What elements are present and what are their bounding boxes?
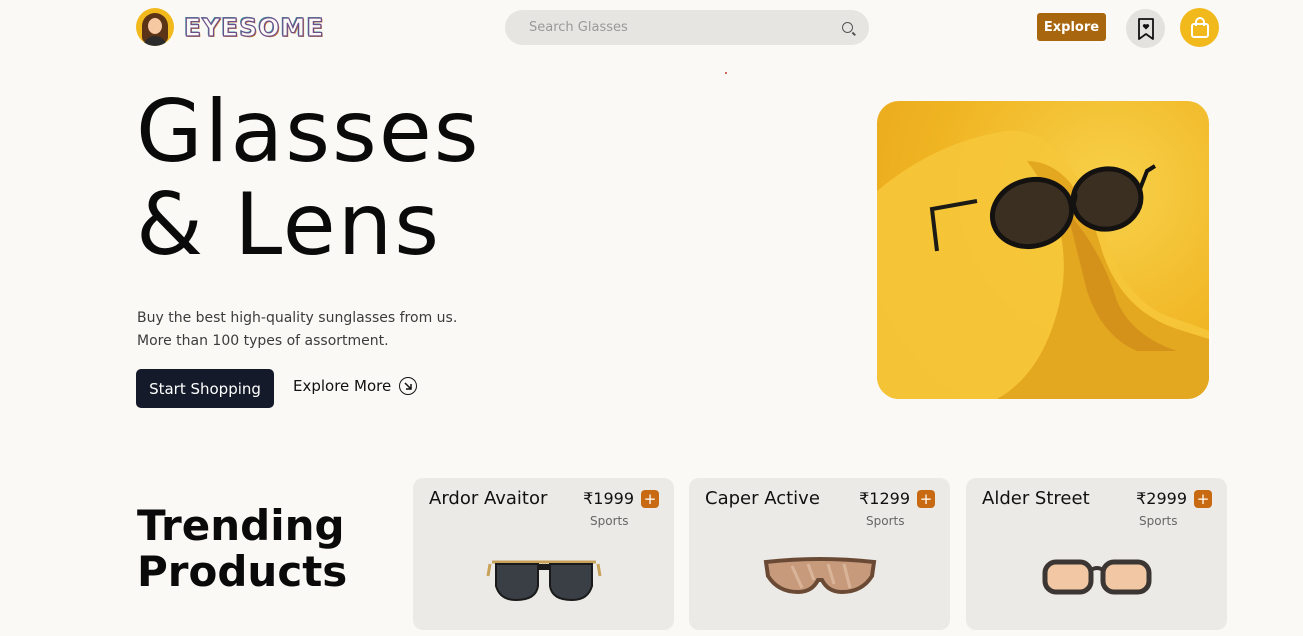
product-name: Alder Street bbox=[982, 488, 1090, 509]
hero-sunglasses-image bbox=[877, 101, 1209, 399]
product-price: ₹1299 bbox=[859, 489, 910, 508]
add-to-cart-button[interactable]: + bbox=[917, 490, 935, 508]
product-name: Caper Active bbox=[705, 488, 820, 509]
bookmark-heart-icon bbox=[1137, 17, 1154, 40]
trending-title: Trending Products bbox=[137, 503, 347, 595]
sport-shield-sunglasses-image bbox=[763, 557, 876, 595]
product-category: Sports bbox=[1139, 514, 1178, 528]
product-price: ₹2999 bbox=[1136, 489, 1187, 508]
search-icon[interactable] bbox=[842, 22, 853, 33]
aviator-sunglasses-image bbox=[486, 560, 601, 602]
product-card[interactable]: Caper Active ₹1299 + Sports bbox=[689, 478, 950, 630]
hero-subtitle-line2: More than 100 types of assortment. bbox=[137, 333, 389, 349]
cart-button[interactable] bbox=[1180, 8, 1219, 47]
hero-title-line1: Glasses bbox=[136, 82, 481, 182]
wishlist-button[interactable] bbox=[1126, 9, 1165, 48]
hero-subtitle-line1: Buy the best high-quality sunglasses fro… bbox=[137, 310, 458, 326]
logo-text: EYESOME bbox=[183, 12, 325, 42]
brand-logo[interactable]: EYESOME bbox=[136, 8, 324, 46]
explore-more-link[interactable]: Explore More bbox=[293, 377, 418, 395]
product-category: Sports bbox=[866, 514, 905, 528]
search-bar bbox=[505, 10, 869, 45]
start-shopping-button[interactable]: Start Shopping bbox=[136, 369, 274, 408]
plus-icon: + bbox=[919, 489, 933, 508]
add-to-cart-button[interactable]: + bbox=[641, 490, 659, 508]
plus-icon: + bbox=[1196, 489, 1210, 508]
hero-title: Glasses & Lens bbox=[136, 86, 481, 272]
logo-avatar-icon bbox=[136, 8, 174, 46]
shopping-bag-icon bbox=[1190, 16, 1209, 38]
trending-title-line2: Products bbox=[137, 547, 348, 596]
product-card[interactable]: Ardor Avaitor ₹1999 + Sports bbox=[413, 478, 674, 630]
plus-icon: + bbox=[643, 489, 657, 508]
explore-more-label: Explore More bbox=[293, 377, 392, 395]
trending-title-line1: Trending bbox=[137, 501, 345, 550]
product-name: Ardor Avaitor bbox=[429, 488, 548, 509]
search-input[interactable] bbox=[529, 20, 842, 35]
street-sunglasses-image bbox=[1042, 559, 1151, 595]
product-card[interactable]: Alder Street ₹2999 + Sports bbox=[966, 478, 1227, 630]
decorative-dot bbox=[725, 72, 727, 74]
arrow-down-right-icon bbox=[399, 377, 418, 395]
add-to-cart-button[interactable]: + bbox=[1194, 490, 1212, 508]
hero-title-line2: & Lens bbox=[136, 175, 442, 275]
hero-subtitle: Buy the best high-quality sunglasses fro… bbox=[137, 307, 457, 353]
explore-button[interactable]: Explore bbox=[1037, 13, 1106, 41]
product-category: Sports bbox=[590, 514, 629, 528]
product-price: ₹1999 bbox=[583, 489, 634, 508]
